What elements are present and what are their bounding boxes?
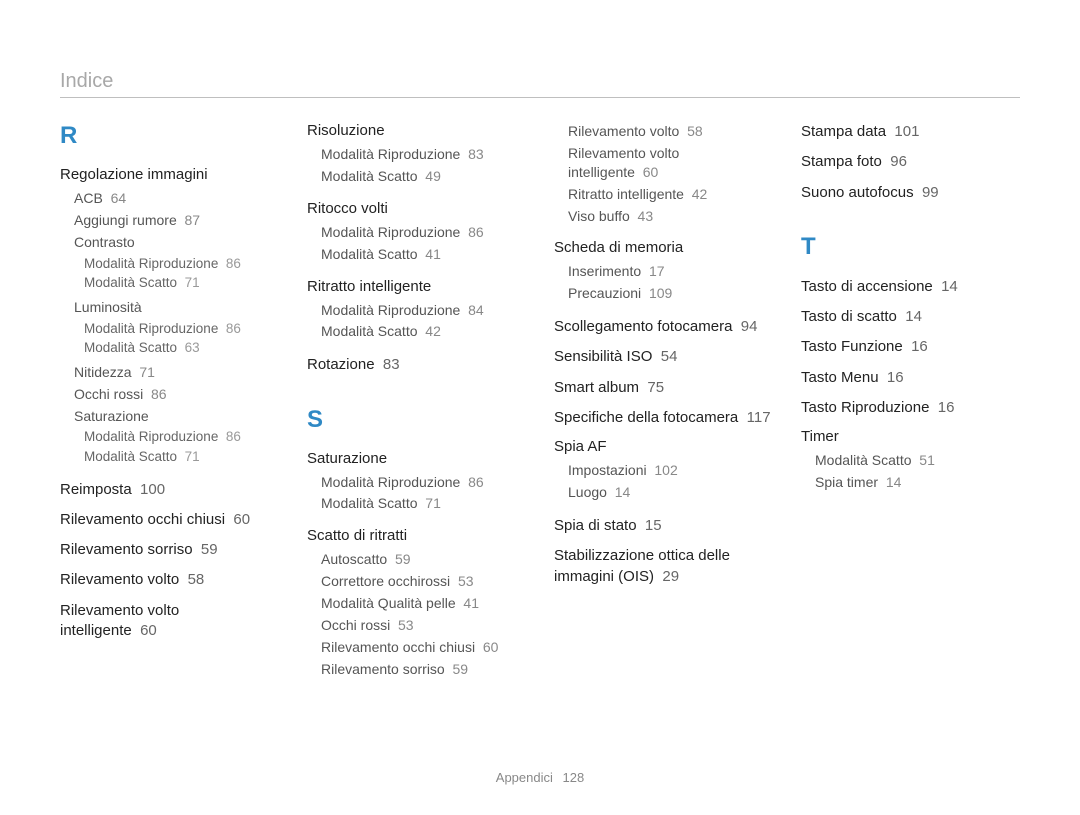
letter-t: T <box>801 233 1020 261</box>
entry-saturazione-riproduzione[interactable]: Modalità Riproduzione 86 <box>321 473 526 492</box>
entry-rilevamento-occhi-chiusi[interactable]: Rilevamento occhi chiusi 60 <box>60 510 279 530</box>
entry-luminosita: Luminosità <box>74 298 279 317</box>
entry-spia-af-impostazioni[interactable]: Impostazioni 102 <box>568 461 773 480</box>
entry-aggiungi-rumore[interactable]: Aggiungi rumore 87 <box>74 211 279 230</box>
list-saturazione-reg: Modalità Riproduzione 86 Modalità Scatto… <box>84 428 279 465</box>
section-scatto-ritratti: Scatto di ritratti <box>307 527 526 544</box>
entry-scollegamento[interactable]: Scollegamento fotocamera 94 <box>554 317 773 337</box>
entry-timer-spia[interactable]: Spia timer 14 <box>815 473 1020 492</box>
entry-autoscatto[interactable]: Autoscatto 59 <box>321 550 526 569</box>
section-regolazione-immagini: Regolazione immagini <box>60 166 279 183</box>
entry-sr-ritratto-int[interactable]: Ritratto intelligente 42 <box>568 185 773 204</box>
entry-ritocco-scatto[interactable]: Modalità Scatto 41 <box>321 245 526 264</box>
entry-tasto-menu[interactable]: Tasto Menu 16 <box>801 368 1020 388</box>
list-regolazione-immagini: ACB 64 Aggiungi rumore 87 Contrasto Moda… <box>74 189 279 466</box>
header-rule <box>60 97 1020 98</box>
entry-sensibilita-iso[interactable]: Sensibilità ISO 54 <box>554 347 773 367</box>
entry-contrasto-scatto[interactable]: Modalità Scatto 71 <box>84 274 279 292</box>
list-luminosita: Modalità Riproduzione 86 Modalità Scatto… <box>84 320 279 357</box>
section-risoluzione: Risoluzione <box>307 122 526 139</box>
entry-rilevamento-sorriso[interactable]: Rilevamento sorriso 59 <box>60 540 279 560</box>
entry-contrasto-riproduzione[interactable]: Modalità Riproduzione 86 <box>84 255 279 273</box>
entry-sr-rvi[interactable]: Rilevamento volto intelligente 60 <box>568 144 773 182</box>
entry-sr-sorriso[interactable]: Rilevamento sorriso 59 <box>321 660 526 679</box>
entry-timer-scatto[interactable]: Modalità Scatto 51 <box>815 451 1020 470</box>
section-spia-af: Spia AF <box>554 438 773 455</box>
footer-page-number: 128 <box>563 770 585 785</box>
entry-tasto-accensione[interactable]: Tasto di accensione 14 <box>801 277 1020 297</box>
list-risoluzione: Modalità Riproduzione 83 Modalità Scatto… <box>321 145 526 186</box>
entry-smart-album[interactable]: Smart album 75 <box>554 378 773 398</box>
entry-ois[interactable]: Stabilizzazione ottica delle immagini (O… <box>554 546 773 587</box>
list-saturazione: Modalità Riproduzione 86 Modalità Scatto… <box>321 473 526 514</box>
column-3: Rilevamento volto 58 Rilevamento volto i… <box>554 122 773 693</box>
list-ritocco-volti: Modalità Riproduzione 86 Modalità Scatto… <box>321 223 526 264</box>
entry-contrasto: Contrasto <box>74 233 279 252</box>
page-footer: Appendici 128 <box>0 770 1080 785</box>
entry-reimposta[interactable]: Reimposta 100 <box>60 480 279 500</box>
entry-acb[interactable]: ACB 64 <box>74 189 279 208</box>
entry-luminosita-riproduzione[interactable]: Modalità Riproduzione 86 <box>84 320 279 338</box>
entry-rotazione[interactable]: Rotazione 83 <box>307 355 526 375</box>
entry-spia-di-stato[interactable]: Spia di stato 15 <box>554 516 773 536</box>
entry-ritratto-riproduzione[interactable]: Modalità Riproduzione 84 <box>321 301 526 320</box>
column-2: Risoluzione Modalità Riproduzione 83 Mod… <box>307 122 526 693</box>
entry-sr-rilevamento-volto[interactable]: Rilevamento volto 58 <box>568 122 773 141</box>
entry-saturazione-reg-riproduzione[interactable]: Modalità Riproduzione 86 <box>84 428 279 446</box>
entry-stampa-data[interactable]: Stampa data 101 <box>801 122 1020 142</box>
list-scheda-memoria: Inserimento 17 Precauzioni 109 <box>568 262 773 303</box>
entry-precauzioni[interactable]: Precauzioni 109 <box>568 284 773 303</box>
entry-tasto-funzione[interactable]: Tasto Funzione 16 <box>801 337 1020 357</box>
list-ritratto-intelligente: Modalità Riproduzione 84 Modalità Scatto… <box>321 301 526 342</box>
entry-specifiche[interactable]: Specifiche della fotocamera 117 <box>554 408 773 428</box>
letter-s: S <box>307 406 526 434</box>
list-scatto-ritratti: Autoscatto 59 Correttore occhirossi 53 M… <box>321 550 526 678</box>
entry-qualita-pelle[interactable]: Modalità Qualità pelle 41 <box>321 594 526 613</box>
entry-stampa-foto[interactable]: Stampa foto 96 <box>801 152 1020 172</box>
section-scheda-memoria: Scheda di memoria <box>554 239 773 256</box>
entry-saturazione-scatto[interactable]: Modalità Scatto 71 <box>321 494 526 513</box>
entry-tasto-riproduzione[interactable]: Tasto Riproduzione 16 <box>801 398 1020 418</box>
entry-nitidezza[interactable]: Nitidezza 71 <box>74 363 279 382</box>
page: Indice R Regolazione immagini ACB 64 Agg… <box>0 0 1080 815</box>
list-timer: Modalità Scatto 51 Spia timer 14 <box>815 451 1020 492</box>
section-saturazione: Saturazione <box>307 450 526 467</box>
entry-spia-af-luogo[interactable]: Luogo 14 <box>568 483 773 502</box>
entry-sr-occhi-chiusi[interactable]: Rilevamento occhi chiusi 60 <box>321 638 526 657</box>
entry-ritocco-riproduzione[interactable]: Modalità Riproduzione 86 <box>321 223 526 242</box>
entry-rilevamento-volto-intelligente[interactable]: Rilevamento volto intelligente 60 <box>60 601 279 642</box>
entry-saturazione-reg: Saturazione <box>74 407 279 426</box>
entry-rilevamento-volto[interactable]: Rilevamento volto 58 <box>60 570 279 590</box>
entry-occhi-rossi[interactable]: Occhi rossi 86 <box>74 385 279 404</box>
list-scatto-ritratti-cont: Rilevamento volto 58 Rilevamento volto i… <box>568 122 773 225</box>
page-title: Indice <box>60 70 1020 93</box>
entry-saturazione-reg-scatto[interactable]: Modalità Scatto 71 <box>84 448 279 466</box>
column-1: R Regolazione immagini ACB 64 Aggiungi r… <box>60 122 279 693</box>
list-contrasto: Modalità Riproduzione 86 Modalità Scatto… <box>84 255 279 292</box>
entry-sr-viso-buffo[interactable]: Viso buffo 43 <box>568 207 773 226</box>
entry-correttore[interactable]: Correttore occhirossi 53 <box>321 572 526 591</box>
entry-inserimento[interactable]: Inserimento 17 <box>568 262 773 281</box>
index-columns: R Regolazione immagini ACB 64 Aggiungi r… <box>60 122 1020 693</box>
section-ritocco-volti: Ritocco volti <box>307 200 526 217</box>
list-spia-af: Impostazioni 102 Luogo 14 <box>568 461 773 502</box>
entry-ritratto-scatto[interactable]: Modalità Scatto 42 <box>321 322 526 341</box>
entry-sr-occhi-rossi[interactable]: Occhi rossi 53 <box>321 616 526 635</box>
column-4: Stampa data 101 Stampa foto 96 Suono aut… <box>801 122 1020 693</box>
letter-r: R <box>60 122 279 150</box>
entry-risoluzione-scatto[interactable]: Modalità Scatto 49 <box>321 167 526 186</box>
section-ritratto-intelligente: Ritratto intelligente <box>307 278 526 295</box>
entry-risoluzione-riproduzione[interactable]: Modalità Riproduzione 83 <box>321 145 526 164</box>
entry-suono-autofocus[interactable]: Suono autofocus 99 <box>801 183 1020 203</box>
footer-label: Appendici <box>496 770 553 785</box>
entry-tasto-scatto[interactable]: Tasto di scatto 14 <box>801 307 1020 327</box>
section-timer: Timer <box>801 428 1020 445</box>
entry-luminosita-scatto[interactable]: Modalità Scatto 63 <box>84 339 279 357</box>
